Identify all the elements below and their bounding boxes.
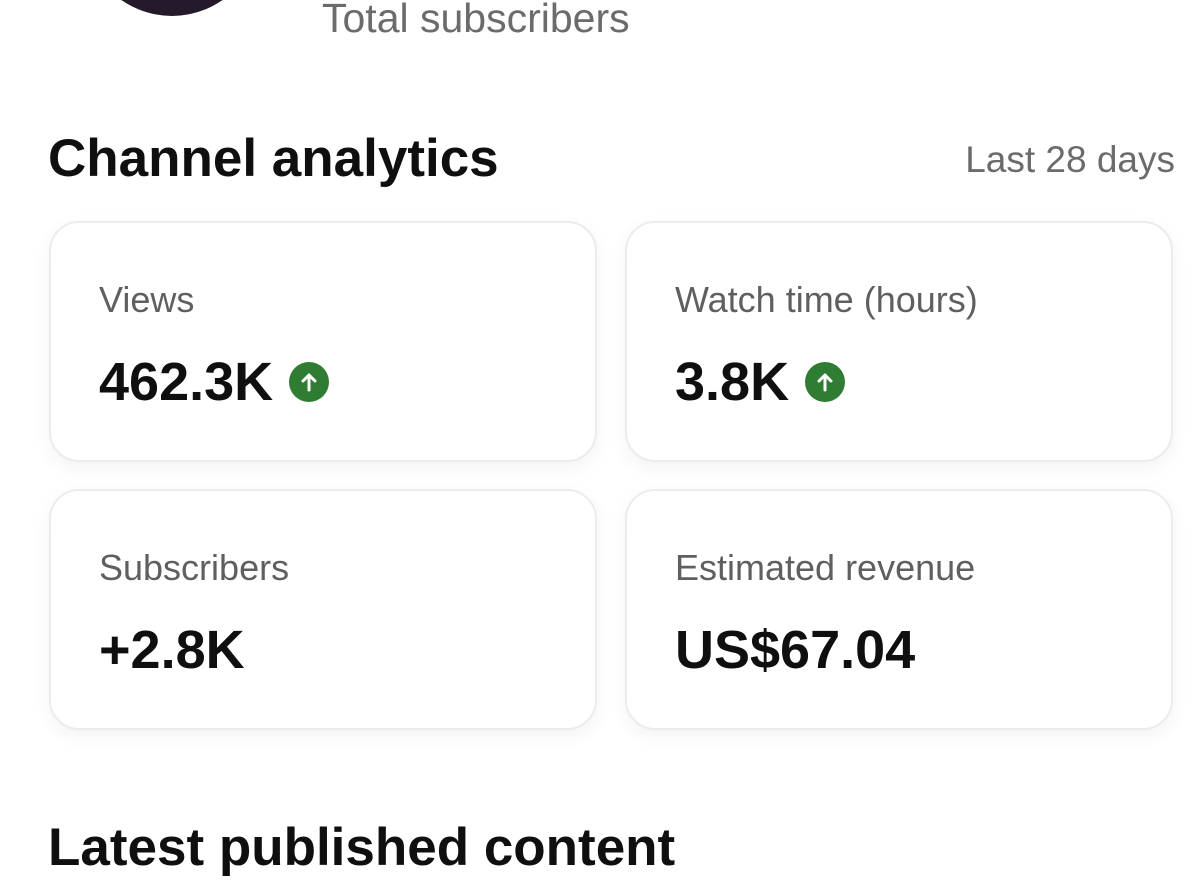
arrow-up-circle-icon (289, 362, 330, 402)
date-range-label: Last 28 days (965, 139, 1175, 180)
estimated-revenue-label: Estimated revenue (675, 547, 976, 588)
channel-avatar[interactable] (84, 0, 260, 16)
views-label: Views (99, 279, 195, 320)
watch-time-card[interactable]: Watch time (hours) 3.8K (625, 221, 1173, 462)
estimated-revenue-value: US$67.04 (675, 620, 916, 680)
subscribers-value-row: +2.8K (99, 619, 245, 681)
watch-time-label: Watch time (hours) (675, 279, 978, 320)
views-value-row: 462.3K (99, 351, 330, 413)
watch-time-value: 3.8K (675, 352, 790, 412)
arrow-up-circle-icon (805, 362, 846, 402)
channel-analytics-title: Channel analytics (48, 129, 499, 188)
watch-time-value-row: 3.8K (675, 351, 846, 413)
views-card[interactable]: Views 462.3K (49, 221, 597, 462)
estimated-revenue-card[interactable]: Estimated revenue US$67.04 (625, 489, 1173, 730)
estimated-revenue-value-row: US$67.04 (675, 619, 915, 681)
subscribers-card[interactable]: Subscribers +2.8K (49, 489, 597, 730)
subscribers-label: Subscribers (99, 547, 290, 588)
latest-published-content-title: Latest published content (48, 818, 676, 877)
views-value: 462.3K (99, 352, 274, 412)
subscribers-value: +2.8K (99, 620, 245, 680)
total-subscribers-label: Total subscribers (322, 0, 630, 41)
